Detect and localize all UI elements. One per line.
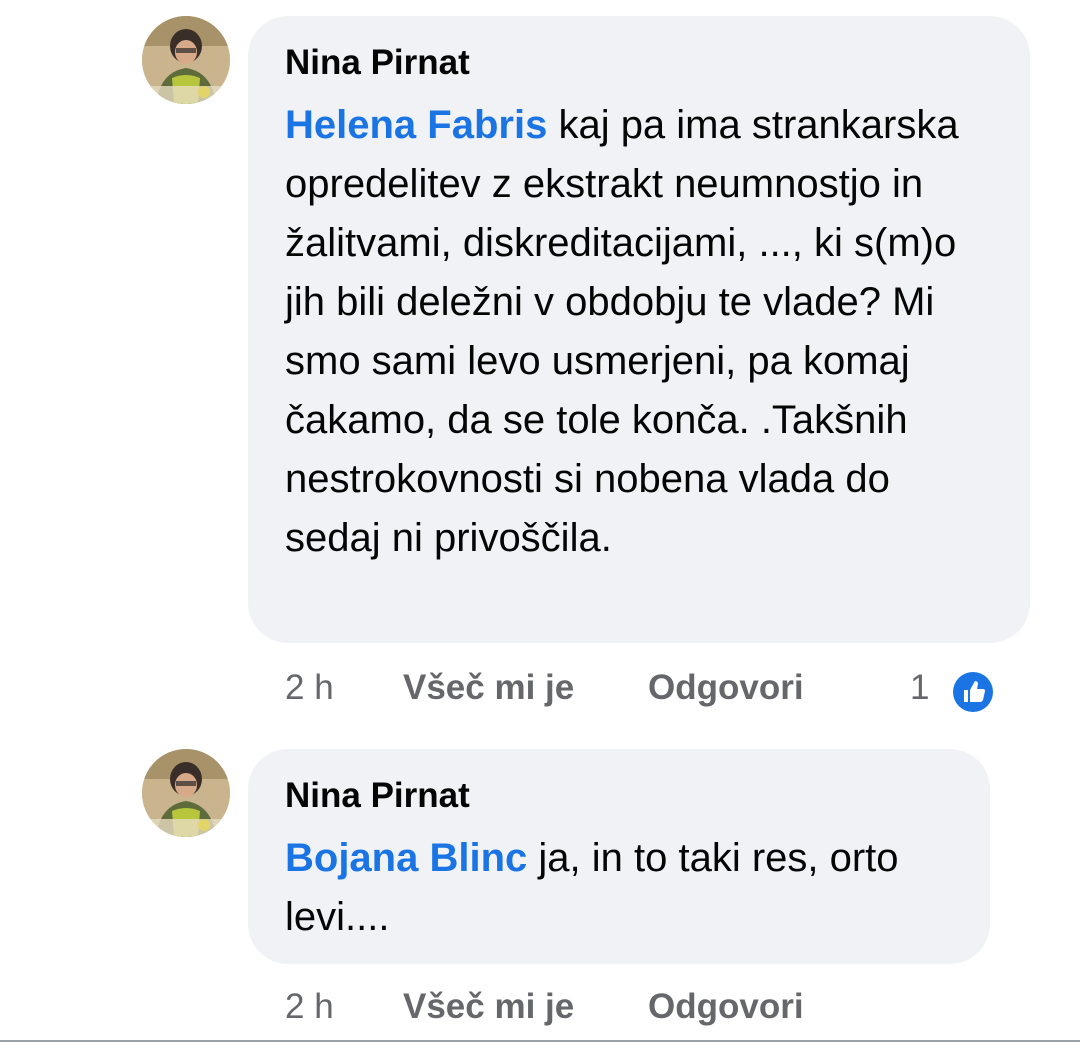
comment-text: Bojana Blinc ja, in to taki res, orto le…: [285, 829, 930, 947]
like-button[interactable]: Všeč mi je: [403, 982, 574, 1032]
like-button[interactable]: Všeč mi je: [403, 663, 574, 713]
reply-button[interactable]: Odgovori: [648, 663, 804, 713]
comment-timestamp[interactable]: 2 h: [285, 982, 334, 1032]
comment-bubble: Nina Pirnat Helena Fabris kaj pa ima str…: [248, 16, 1030, 643]
comment-timestamp[interactable]: 2 h: [285, 663, 334, 713]
thumbs-up-icon: [951, 670, 995, 714]
comment-author[interactable]: Nina Pirnat: [285, 42, 992, 84]
profile-photo: [142, 16, 230, 104]
comment-author[interactable]: Nina Pirnat: [285, 775, 930, 817]
comment-body: kaj pa ima strankarska opredelitev z eks…: [285, 103, 959, 560]
comment-actions: 2 h Všeč mi je Odgovori: [285, 982, 885, 1032]
comment-actions: 2 h Všeč mi je Odgovori 1: [285, 663, 1045, 714]
reply-button[interactable]: Odgovori: [648, 982, 804, 1032]
profile-photo: [142, 749, 230, 837]
comment-text: Helena Fabris kaj pa ima strankarska opr…: [285, 96, 992, 568]
reaction-count: 1: [910, 668, 930, 707]
mention-link[interactable]: Bojana Blinc: [285, 836, 527, 880]
divider: [0, 1040, 1080, 1042]
comment-bubble: Nina Pirnat Bojana Blinc ja, in to taki …: [248, 749, 990, 964]
avatar[interactable]: [142, 749, 230, 837]
avatar[interactable]: [142, 16, 230, 104]
mention-link[interactable]: Helena Fabris: [285, 103, 547, 147]
